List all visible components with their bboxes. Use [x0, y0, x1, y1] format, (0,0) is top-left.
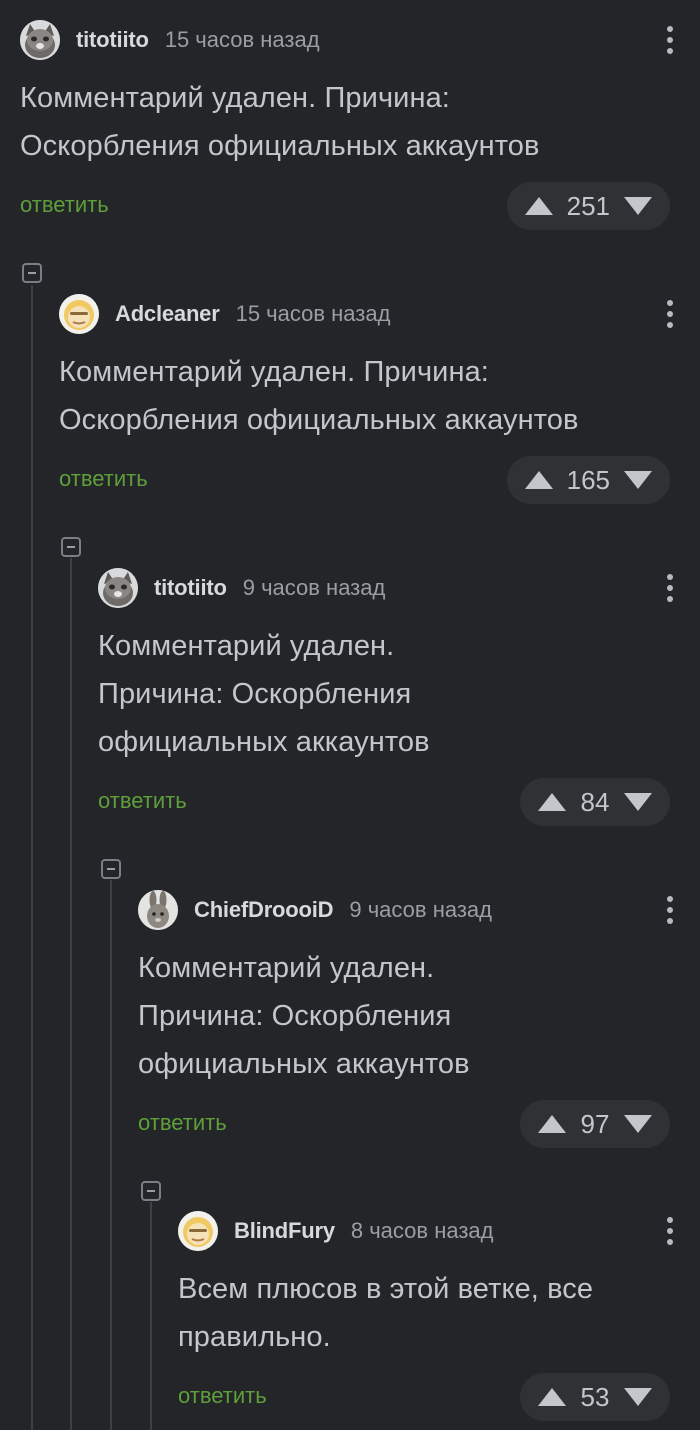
- vote-control: 84: [520, 778, 670, 826]
- downvote-icon[interactable]: [624, 471, 652, 489]
- comment-header: BlindFury 8 часов назад: [178, 1211, 673, 1251]
- comment: BlindFury 8 часов назад Всем плюсов в эт…: [178, 1211, 673, 1421]
- comment-text-line: Комментарий удален.: [98, 630, 395, 662]
- comment: titotiito 15 часов назад Комментарий уда…: [20, 20, 673, 230]
- vote-count: 165: [566, 464, 610, 495]
- collapse-thread-button[interactable]: [22, 263, 42, 283]
- downvote-icon[interactable]: [624, 793, 652, 811]
- vote-control: 165: [506, 456, 670, 504]
- comment: ChiefDroooiD 9 часов назад Комментарий у…: [138, 890, 673, 1148]
- comment-text: Всем плюсов в этой ветке, все правильно.: [178, 1265, 670, 1361]
- downvote-icon[interactable]: [624, 1388, 652, 1406]
- downvote-icon[interactable]: [624, 1115, 652, 1133]
- reply-button[interactable]: ответить: [138, 1110, 227, 1136]
- reply-button[interactable]: ответить: [98, 788, 187, 814]
- downvote-icon[interactable]: [624, 197, 652, 215]
- comment-footer: ответить 53: [178, 1373, 670, 1421]
- comment-text: Комментарий удален. Причина: Оскорбления…: [20, 74, 670, 170]
- comment-text-line: Всем плюсов в этой ветке, все: [178, 1273, 594, 1305]
- comment-text-line: официальных аккаунтов: [138, 1048, 470, 1080]
- thread-line: [110, 880, 112, 1430]
- comment-header: titotiito 9 часов назад: [98, 568, 673, 608]
- timestamp: 9 часов назад: [242, 575, 386, 600]
- username[interactable]: Adcleaner: [115, 301, 220, 327]
- username[interactable]: BlindFury: [234, 1218, 335, 1244]
- comment-header: titotiito 15 часов назад: [20, 20, 673, 60]
- thread-line: [150, 1202, 152, 1430]
- more-options-icon[interactable]: [656, 1211, 684, 1251]
- username[interactable]: ChiefDroooiD: [194, 897, 334, 923]
- comment-text-line: Причина: Оскорбления: [98, 678, 412, 710]
- comment: titotiito 9 часов назад Комментарий удал…: [98, 568, 673, 826]
- comment-text: Комментарий удален. Причина: Оскорбления…: [59, 348, 670, 444]
- avatar[interactable]: [20, 20, 60, 60]
- comment: Adcleaner 15 часов назад Комментарий уда…: [59, 294, 673, 504]
- vote-count: 251: [566, 190, 610, 221]
- comment-text-line: Комментарий удален. Причина:: [20, 82, 450, 114]
- upvote-icon[interactable]: [538, 793, 566, 811]
- timestamp: 8 часов назад: [350, 1218, 494, 1243]
- comment-text-line: Комментарий удален.: [138, 952, 435, 984]
- timestamp: 15 часов назад: [164, 27, 320, 52]
- upvote-icon[interactable]: [524, 471, 553, 489]
- rabbit-avatar-icon: [138, 890, 178, 930]
- avatar[interactable]: [98, 568, 138, 608]
- timestamp: 9 часов назад: [349, 897, 492, 922]
- cartoon-face-avatar-icon: [178, 1211, 218, 1251]
- thread-line: [70, 558, 72, 1430]
- thread-line: [31, 285, 33, 1430]
- reply-button[interactable]: ответить: [178, 1383, 267, 1409]
- vote-control: 97: [520, 1100, 670, 1148]
- more-options-icon[interactable]: [656, 890, 684, 930]
- upvote-icon[interactable]: [538, 1388, 566, 1406]
- comment-footer: ответить 97: [138, 1100, 670, 1148]
- comment-text-line: Оскорбления официальных аккаунтов: [20, 130, 540, 162]
- upvote-icon[interactable]: [524, 197, 553, 215]
- more-options-icon[interactable]: [656, 294, 684, 334]
- username[interactable]: titotiito: [154, 575, 227, 601]
- timestamp: 15 часов назад: [235, 301, 391, 326]
- comment-text: Комментарий удален. Причина: Оскорбления…: [138, 944, 670, 1088]
- comment-header: ChiefDroooiD 9 часов назад: [138, 890, 673, 930]
- reply-button[interactable]: ответить: [59, 466, 148, 492]
- vote-count: 53: [580, 1381, 610, 1412]
- avatar[interactable]: [59, 294, 99, 334]
- vote-count: 97: [580, 1108, 610, 1139]
- collapse-thread-button[interactable]: [101, 859, 121, 879]
- comment-text-line: Причина: Оскорбления: [138, 1000, 452, 1032]
- collapse-thread-button[interactable]: [141, 1181, 161, 1201]
- comment-text-line: правильно.: [178, 1321, 331, 1353]
- cartoon-face-avatar-icon: [59, 294, 99, 334]
- upvote-icon[interactable]: [538, 1115, 566, 1133]
- comment-footer: ответить 165: [59, 456, 670, 504]
- avatar[interactable]: [178, 1211, 218, 1251]
- vote-count: 84: [580, 786, 610, 817]
- cat-avatar-icon: [98, 568, 138, 608]
- comment-text-line: официальных аккаунтов: [98, 726, 430, 758]
- vote-control: 251: [506, 182, 670, 230]
- collapse-thread-button[interactable]: [61, 537, 81, 557]
- comment-header: Adcleaner 15 часов назад: [59, 294, 673, 334]
- reply-button[interactable]: ответить: [20, 192, 109, 218]
- comment-footer: ответить 84: [98, 778, 670, 826]
- username[interactable]: titotiito: [76, 27, 149, 53]
- comment-text-line: Оскорбления официальных аккаунтов: [59, 404, 579, 436]
- avatar[interactable]: [138, 890, 178, 930]
- comment-footer: ответить 251: [20, 182, 670, 230]
- comment-text-line: Комментарий удален. Причина:: [59, 356, 489, 388]
- cat-avatar-icon: [20, 20, 60, 60]
- comment-thread: titotiito 15 часов назад Комментарий уда…: [0, 0, 700, 1430]
- comment-text: Комментарий удален. Причина: Оскорбления…: [98, 622, 670, 766]
- more-options-icon[interactable]: [656, 20, 684, 60]
- more-options-icon[interactable]: [656, 568, 684, 608]
- vote-control: 53: [520, 1373, 670, 1421]
